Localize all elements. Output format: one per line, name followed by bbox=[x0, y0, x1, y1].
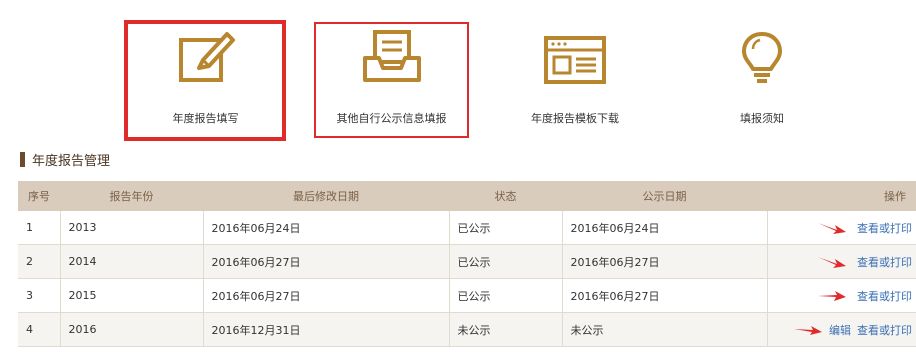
template-window-icon bbox=[544, 36, 606, 84]
cell-actions: 查看或打印 bbox=[767, 278, 916, 313]
header-year: 报告年份 bbox=[60, 181, 203, 211]
tile-other-info-fill[interactable]: 其他自行公示信息填报 bbox=[318, 28, 465, 133]
cell-actions: 查看或打印 bbox=[767, 244, 916, 279]
table-row: 1 2013 2016年06月24日 已公示 2016年06月24日 查看或打印 bbox=[18, 211, 916, 245]
cell-modified-date: 2016年06月27日 bbox=[203, 278, 450, 313]
section-title: 年度报告管理 bbox=[32, 153, 111, 169]
table-row: 3 2015 2016年06月27日 已公示 2016年06月27日 查看或打印 bbox=[18, 278, 916, 313]
section-header: 年度报告管理 bbox=[20, 150, 111, 169]
header-actions: 操作 bbox=[767, 181, 916, 211]
cell-publish-date: 2016年06月27日 bbox=[562, 244, 768, 279]
cell-status: 已公示 bbox=[449, 278, 563, 313]
cell-publish-date: 2016年06月27日 bbox=[562, 278, 768, 313]
pencil-edit-icon bbox=[178, 32, 235, 82]
table-header-row: 序号 报告年份 最后修改日期 状态 公示日期 操作 bbox=[18, 181, 916, 211]
header-index: 序号 bbox=[18, 181, 60, 211]
cell-year: 2016 bbox=[60, 312, 204, 347]
tile-label: 年度报告模板下载 bbox=[531, 112, 619, 125]
cell-actions: 编辑 查看或打印 bbox=[767, 312, 916, 347]
cell-year: 2015 bbox=[60, 278, 204, 313]
tile-label: 填报须知 bbox=[740, 112, 784, 125]
table-row: 4 2016 2016年12月31日 未公示 未公示 编辑 查看或打印 bbox=[18, 312, 916, 347]
tile-template-download[interactable]: 年度报告模板下载 bbox=[510, 28, 640, 133]
header-modified-date: 最后修改日期 bbox=[203, 181, 449, 211]
table-row: 2 2014 2016年06月27日 已公示 2016年06月27日 查看或打印 bbox=[18, 244, 916, 279]
cell-modified-date: 2016年06月27日 bbox=[203, 244, 450, 279]
cell-index: 2 bbox=[18, 244, 61, 279]
tile-instructions[interactable]: 填报须知 bbox=[712, 28, 812, 133]
tile-label: 其他自行公示信息填报 bbox=[336, 112, 447, 125]
cell-status: 未公示 bbox=[449, 312, 563, 347]
red-arrow-icon bbox=[818, 222, 846, 234]
section-marker bbox=[20, 151, 25, 167]
cell-publish-date: 未公示 bbox=[562, 312, 768, 347]
header-publish-date: 公示日期 bbox=[562, 181, 767, 211]
red-arrow-icon bbox=[794, 325, 822, 335]
cell-index: 4 bbox=[18, 312, 61, 347]
view-print-link[interactable]: 查看或打印 bbox=[857, 322, 912, 338]
annual-report-table: 序号 报告年份 最后修改日期 状态 公示日期 操作 1 2013 2016年06… bbox=[18, 181, 916, 347]
header-status: 状态 bbox=[449, 181, 562, 211]
view-print-link[interactable]: 查看或打印 bbox=[857, 288, 912, 304]
cell-status: 已公示 bbox=[449, 211, 563, 245]
cell-actions: 查看或打印 bbox=[767, 211, 916, 245]
cell-year: 2013 bbox=[60, 211, 204, 245]
cell-modified-date: 2016年06月24日 bbox=[203, 211, 450, 245]
cell-modified-date: 2016年12月31日 bbox=[203, 312, 450, 347]
red-arrow-icon bbox=[818, 256, 846, 268]
cell-index: 1 bbox=[18, 211, 61, 245]
view-print-link[interactable]: 查看或打印 bbox=[857, 220, 912, 236]
cell-publish-date: 2016年06月24日 bbox=[562, 211, 768, 245]
cell-index: 3 bbox=[18, 278, 61, 313]
red-arrow-icon bbox=[818, 290, 846, 301]
cell-status: 已公示 bbox=[449, 244, 563, 279]
view-print-link[interactable]: 查看或打印 bbox=[857, 254, 912, 270]
tile-label: 年度报告填写 bbox=[172, 112, 239, 125]
tile-annual-report-fill[interactable]: 年度报告填写 bbox=[133, 28, 278, 133]
cell-year: 2014 bbox=[60, 244, 204, 279]
edit-link[interactable]: 编辑 bbox=[829, 322, 851, 338]
inbox-tray-icon bbox=[362, 30, 421, 82]
lightbulb-icon bbox=[742, 32, 782, 83]
